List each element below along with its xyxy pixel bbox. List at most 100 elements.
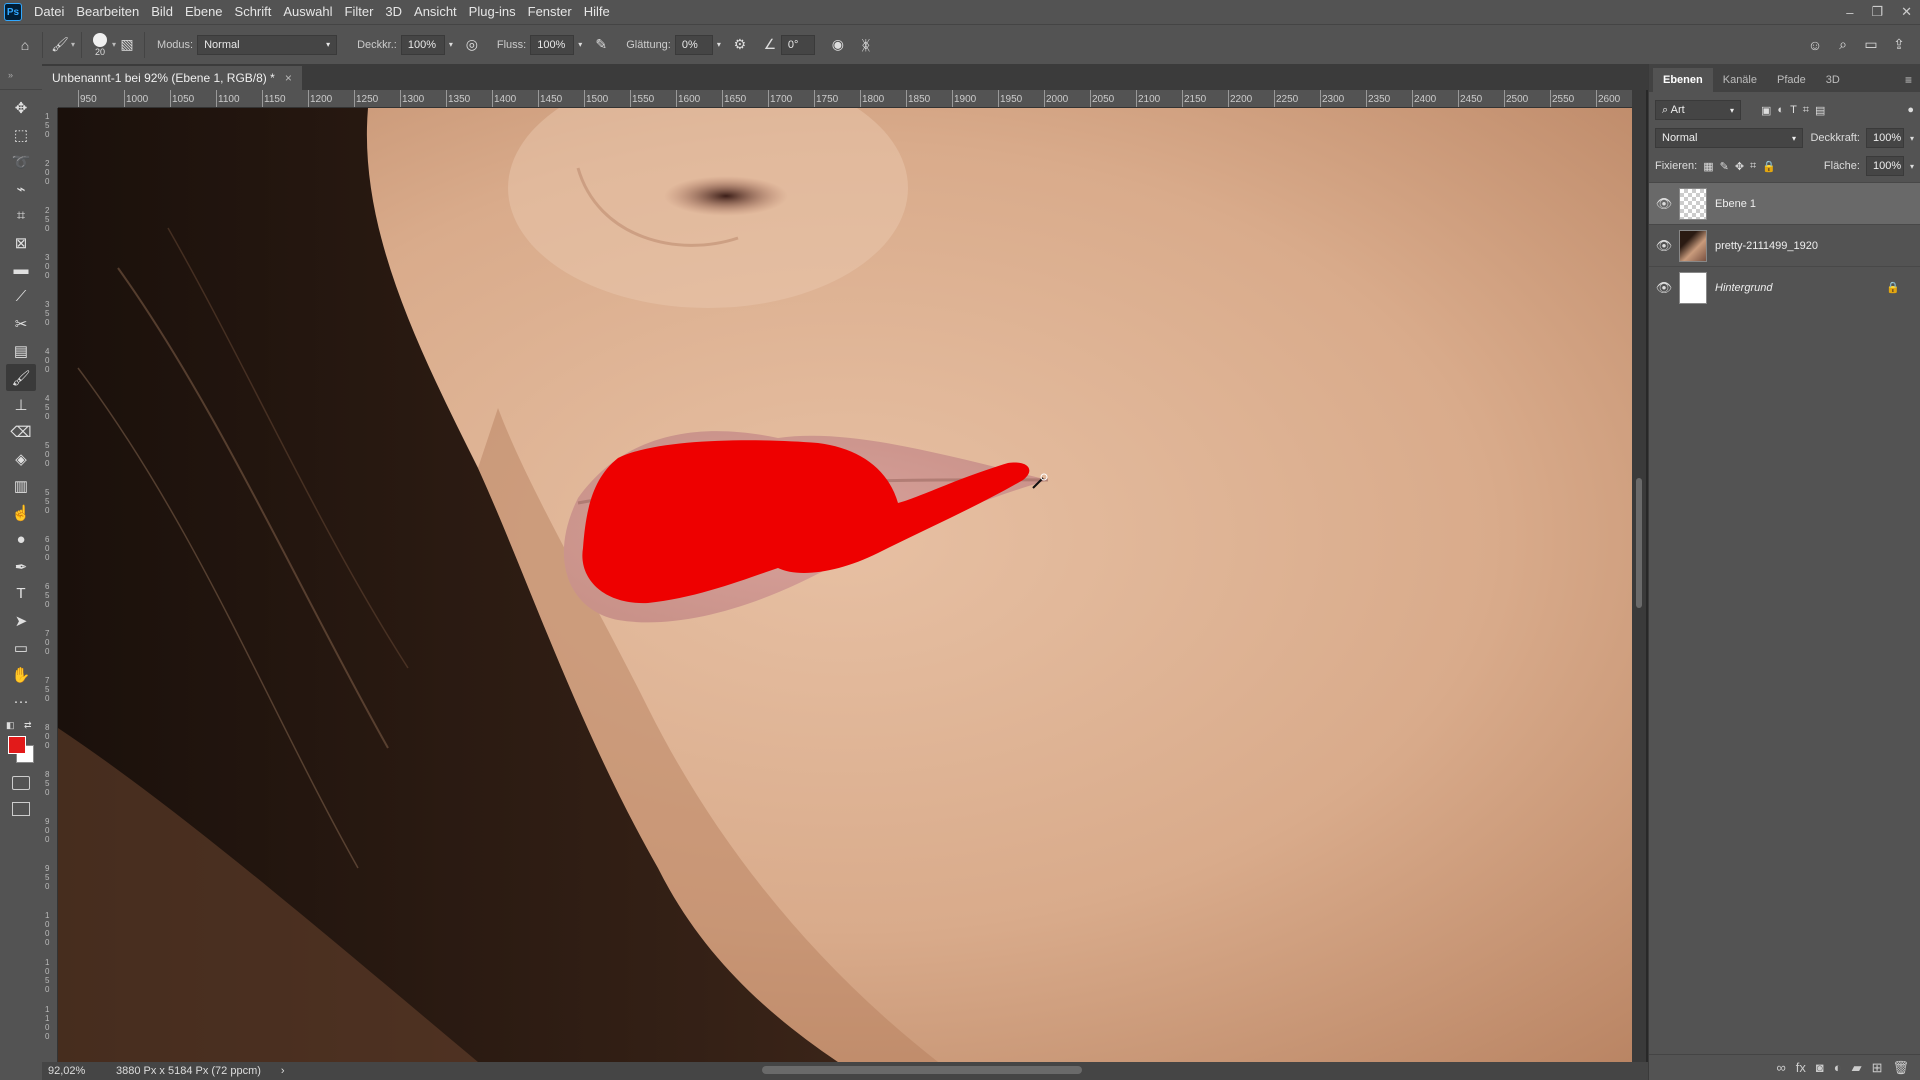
menu-datei[interactable]: Datei: [28, 0, 70, 24]
glaettung-chevron-icon[interactable]: ▾: [717, 40, 721, 49]
learn-icon[interactable]: ☺: [1804, 34, 1826, 56]
brush-tool-icon[interactable]: 🖌: [6, 364, 36, 391]
path-selection-tool-icon[interactable]: ➤: [6, 607, 36, 634]
pressure-size-icon[interactable]: ◉: [827, 34, 849, 56]
menu-fenster[interactable]: Fenster: [522, 0, 578, 24]
restore-button[interactable]: ❐: [1871, 4, 1883, 20]
symmetry-icon[interactable]: ᛤ: [855, 34, 877, 56]
brush-settings-panel-icon[interactable]: ▧: [116, 34, 138, 56]
filter-shape-icon[interactable]: ⌗: [1803, 104, 1809, 117]
scrollbar-thumb[interactable]: [1636, 478, 1642, 608]
quick-mask-icon[interactable]: [12, 776, 30, 790]
lock-position-icon[interactable]: ✥: [1735, 160, 1744, 173]
type-tool-icon[interactable]: T: [6, 580, 36, 607]
smudge-tool-icon[interactable]: ☝: [6, 499, 36, 526]
angle-input[interactable]: 0°: [780, 34, 815, 55]
brush-tool-preset-icon[interactable]: 🖌: [49, 34, 71, 56]
modus-select[interactable]: Normal ▾: [197, 34, 338, 55]
minimize-button[interactable]: –: [1846, 5, 1853, 20]
layer-row-hintergrund[interactable]: 👁 Hintergrund 🔒: [1649, 266, 1920, 308]
lock-transparent-icon[interactable]: ▦: [1703, 160, 1713, 173]
eyedropper-tool-icon[interactable]: ⟋: [6, 283, 36, 310]
airbrush-icon[interactable]: ✎: [590, 34, 612, 56]
filter-type-icon[interactable]: T: [1790, 104, 1797, 116]
horizontal-scrollbar-thumb[interactable]: [762, 1066, 1082, 1074]
home-icon[interactable]: ⌂: [14, 34, 36, 56]
menu-schrift[interactable]: Schrift: [229, 0, 278, 24]
filter-smartobject-icon[interactable]: ▤: [1815, 104, 1825, 117]
visibility-eye-icon[interactable]: 👁: [1649, 280, 1679, 296]
gradient-tool-icon[interactable]: ▥: [6, 472, 36, 499]
eraser-tool-icon[interactable]: ⌫: [6, 418, 36, 445]
search-icon[interactable]: ⌕: [1832, 34, 1854, 56]
lock-all-icon[interactable]: 🔒: [1762, 160, 1776, 173]
panel-menu-icon[interactable]: ≡: [1905, 68, 1912, 92]
stamp-tool-icon[interactable]: ⊥: [6, 391, 36, 418]
quick-selection-tool-icon[interactable]: ⌁: [6, 175, 36, 202]
gear-icon[interactable]: ⚙: [729, 34, 751, 56]
layer-name[interactable]: pretty-2111499_1920: [1715, 240, 1818, 252]
layer-name[interactable]: Ebene 1: [1715, 198, 1756, 210]
default-colors-icon[interactable]: ◧: [6, 720, 15, 731]
document-canvas[interactable]: [58, 108, 1632, 1062]
lasso-tool-icon[interactable]: ➰: [6, 148, 36, 175]
fill-chevron-icon[interactable]: ▾: [1910, 162, 1914, 171]
blend-mode-select[interactable]: Normal ▾: [1655, 128, 1803, 148]
patch-tool-icon[interactable]: ▤: [6, 337, 36, 364]
menu-filter[interactable]: Filter: [339, 0, 380, 24]
filter-adjustment-icon[interactable]: ◐: [1777, 104, 1784, 116]
vertical-ruler[interactable]: 1 5 0 2 0 0 2 5 0 3 0 0 3 5 0 4 0 0 4 5 0 5 0 0…: [42, 108, 58, 1062]
filter-pixel-icon[interactable]: ▣: [1761, 104, 1771, 117]
fluss-input[interactable]: 100%: [530, 34, 575, 55]
menu-auswahl[interactable]: Auswahl: [277, 0, 338, 24]
menu-ebene[interactable]: Ebene: [179, 0, 229, 24]
swap-colors-icon[interactable]: ⇄: [24, 720, 32, 731]
brush-size-picker[interactable]: 20: [88, 32, 112, 57]
glaettung-input[interactable]: 0%: [674, 34, 713, 55]
pressure-opacity-icon[interactable]: ◎: [461, 34, 483, 56]
vertical-scrollbar[interactable]: [1632, 90, 1646, 1062]
foreground-color-swatch[interactable]: [8, 736, 26, 754]
layer-row-photo[interactable]: 👁 pretty-2111499_1920: [1649, 224, 1920, 266]
lock-image-icon[interactable]: ✎: [1720, 160, 1729, 173]
visibility-eye-icon[interactable]: 👁: [1649, 238, 1679, 254]
status-menu-arrow-icon[interactable]: ›: [281, 1065, 285, 1077]
menu-ansicht[interactable]: Ansicht: [408, 0, 463, 24]
layer-style-fx-icon[interactable]: fx: [1796, 1060, 1806, 1075]
close-window-button[interactable]: ✕: [1901, 4, 1912, 20]
layer-row-ebene-1[interactable]: 👁 Ebene 1: [1649, 182, 1920, 224]
layer-name[interactable]: Hintergrund: [1715, 282, 1772, 294]
workspace-icon[interactable]: ▭: [1860, 34, 1882, 56]
horizontal-ruler[interactable]: 950 1000 1050 1100 1150 1200 1250 1300 1350 1400 1…: [58, 90, 1632, 108]
menu-bearbeiten[interactable]: Bearbeiten: [70, 0, 145, 24]
menu-bild[interactable]: Bild: [145, 0, 179, 24]
frame-tool-icon[interactable]: ⊠: [6, 229, 36, 256]
ruler-origin[interactable]: [42, 90, 58, 108]
ruler-tool-icon[interactable]: ▬: [6, 256, 36, 283]
rectangle-tool-icon[interactable]: ▭: [6, 634, 36, 661]
deckkraft-input[interactable]: 100%: [400, 34, 445, 55]
toolbar-collapse[interactable]: »: [0, 64, 42, 90]
link-layers-icon[interactable]: ∞: [1776, 1060, 1785, 1075]
dodge-tool-icon[interactable]: ●: [6, 526, 36, 553]
close-tab-icon[interactable]: ×: [285, 71, 292, 85]
menu-hilfe[interactable]: Hilfe: [578, 0, 616, 24]
add-mask-icon[interactable]: ◙: [1816, 1060, 1824, 1075]
move-tool-icon[interactable]: ✥: [6, 94, 36, 121]
document-tab[interactable]: Unbenannt-1 bei 92% (Ebene 1, RGB/8) * ×: [42, 66, 302, 90]
filter-toggle-icon[interactable]: ●: [1907, 104, 1914, 116]
tab-ebenen[interactable]: Ebenen: [1653, 68, 1713, 92]
opacity-chevron-icon[interactable]: ▾: [1910, 134, 1914, 143]
visibility-eye-icon[interactable]: 👁: [1649, 196, 1679, 212]
marquee-tool-icon[interactable]: ⬚: [6, 121, 36, 148]
opacity-input[interactable]: 100%: [1865, 128, 1904, 148]
trash-icon[interactable]: 🗑: [1892, 1060, 1909, 1076]
layer-filter-select[interactable]: ⌕ Art ▾: [1655, 100, 1741, 120]
preset-chevron-down-icon[interactable]: ▾: [71, 40, 75, 49]
tab-3d[interactable]: 3D: [1816, 68, 1850, 92]
paint-bucket-tool-icon[interactable]: ◈: [6, 445, 36, 472]
lock-artboard-icon[interactable]: ⌗: [1750, 160, 1756, 173]
hand-tool-icon[interactable]: ✋: [6, 661, 36, 688]
share-icon[interactable]: ⇪: [1888, 34, 1910, 56]
spot-healing-tool-icon[interactable]: ✂: [6, 310, 36, 337]
